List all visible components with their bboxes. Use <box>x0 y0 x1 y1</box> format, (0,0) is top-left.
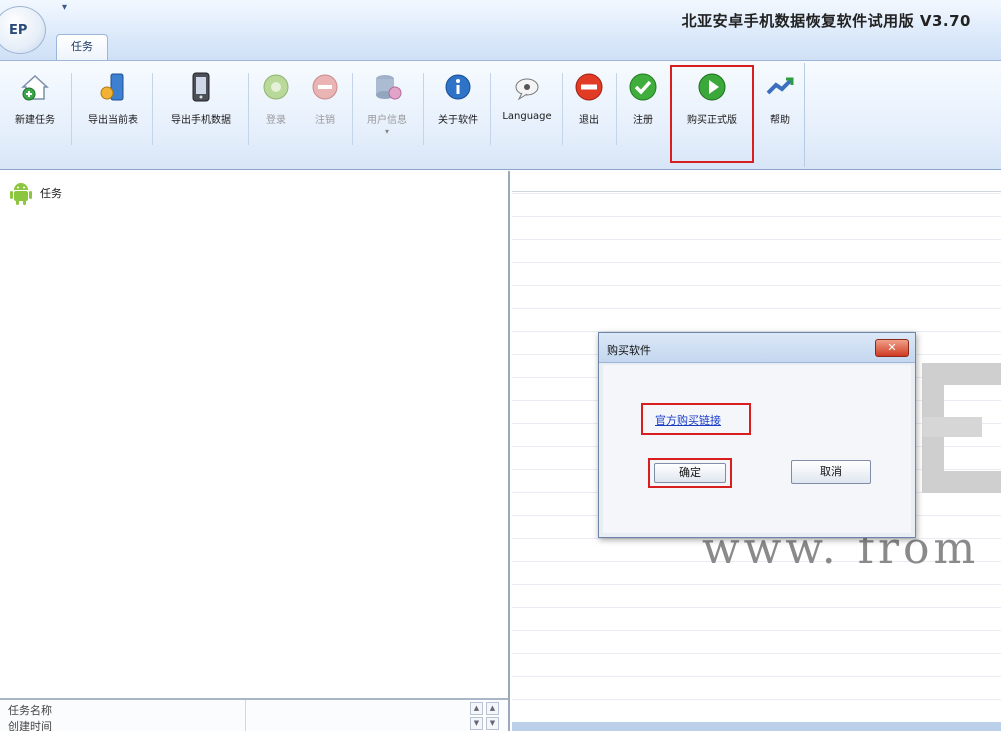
about-icon <box>442 71 474 103</box>
export-phone-data-label: 导出手机数据 <box>171 115 231 126</box>
tree-item-task[interactable]: 任务 <box>10 181 62 205</box>
export-table-button[interactable]: 导出当前表 <box>76 69 150 149</box>
register-icon <box>627 71 659 103</box>
ok-button[interactable]: 确定 <box>654 463 726 483</box>
title-bar: EP ▾ 任务 北亚安卓手机数据恢复软件试用版 V3.70 <box>0 0 1001 60</box>
login-label: 登录 <box>266 115 286 126</box>
ribbon-separator <box>490 73 491 145</box>
language-label: Language <box>502 111 552 122</box>
quick-access-menu-icon[interactable]: ▾ <box>62 2 67 13</box>
close-icon[interactable]: ✕ <box>875 339 909 357</box>
ribbon-separator <box>71 73 72 145</box>
dialog-title-bar[interactable]: 购买软件 ✕ <box>599 333 915 363</box>
dialog-body: 官方购买链接 确定 取消 <box>603 365 911 533</box>
language-icon <box>511 71 543 103</box>
dialog-title: 购买软件 <box>607 344 651 357</box>
ok-button-highlight: 确定 <box>648 458 732 488</box>
about-button[interactable]: 关于软件 <box>428 69 488 149</box>
about-label: 关于软件 <box>438 115 478 126</box>
property-task-name: 任务名称 <box>8 704 52 717</box>
logout-button[interactable]: 注销 <box>302 69 348 149</box>
user-info-icon <box>371 71 403 103</box>
buy-button-highlight <box>670 65 754 163</box>
new-task-button[interactable]: 新建任务 <box>0 69 70 149</box>
cancel-button[interactable]: 取消 <box>791 460 871 484</box>
property-column-divider <box>245 700 246 731</box>
properties-scrollbar[interactable]: ▲ ▲ ▼ ▼ <box>470 702 504 731</box>
exit-icon <box>573 71 605 103</box>
login-icon <box>260 71 292 103</box>
scroll-up-icon[interactable]: ▲ <box>470 702 483 715</box>
property-created-time: 创建时间 <box>8 720 52 731</box>
language-button[interactable]: Language <box>494 69 560 149</box>
ribbon-separator <box>152 73 153 145</box>
app-logo-text: EP <box>9 23 28 38</box>
android-icon <box>10 183 32 205</box>
buy-software-dialog: 购买软件 ✕ 官方购买链接 确定 取消 <box>598 332 916 538</box>
ribbon-toolbar: 新建任务 导出当前表 导出手机数据 登录 注销 用户信息 ▾ 关于软件 Lang… <box>0 60 1001 170</box>
scroll-down-icon[interactable]: ▼ <box>486 717 499 730</box>
new-task-label: 新建任务 <box>15 115 55 126</box>
app-menu-orb[interactable]: EP <box>0 6 46 54</box>
scroll-up-icon[interactable]: ▲ <box>486 702 499 715</box>
export-phone-data-icon <box>185 71 217 103</box>
watermark-logo <box>922 363 1001 493</box>
user-info-dropdown-icon[interactable]: ▾ <box>385 127 389 136</box>
exit-label: 退出 <box>579 115 599 126</box>
task-tree-pane: 任务 任务名称 创建时间 ▲ ▲ ▼ ▼ <box>0 171 510 731</box>
ribbon-separator <box>352 73 353 145</box>
logout-icon <box>309 71 341 103</box>
ribbon-separator <box>616 73 617 145</box>
ribbon-separator <box>423 73 424 145</box>
login-button[interactable]: 登录 <box>252 69 300 149</box>
properties-panel: 任务名称 创建时间 ▲ ▲ ▼ ▼ <box>0 698 508 731</box>
user-info-button[interactable]: 用户信息 ▾ <box>356 69 418 149</box>
export-phone-data-button[interactable]: 导出手机数据 <box>156 69 246 149</box>
logout-label: 注销 <box>315 115 335 126</box>
help-button[interactable]: 帮助 <box>758 69 802 149</box>
window-title: 北亚安卓手机数据恢复软件试用版 V3.70 <box>681 12 971 30</box>
new-task-icon <box>19 71 51 103</box>
export-table-label: 导出当前表 <box>88 115 138 126</box>
scroll-down-icon[interactable]: ▼ <box>470 717 483 730</box>
user-info-label: 用户信息 <box>367 115 407 126</box>
ribbon-separator <box>562 73 563 145</box>
help-label: 帮助 <box>770 115 790 126</box>
help-icon <box>764 71 796 103</box>
register-label: 注册 <box>633 115 653 126</box>
tab-task[interactable]: 任务 <box>56 34 108 60</box>
ribbon-group: 新建任务 导出当前表 导出手机数据 登录 注销 用户信息 ▾ 关于软件 Lang… <box>0 63 805 167</box>
exit-button[interactable]: 退出 <box>566 69 612 149</box>
export-table-icon <box>97 71 129 103</box>
content-header-line <box>512 191 1001 192</box>
status-strip <box>512 722 1001 731</box>
register-button[interactable]: 注册 <box>620 69 666 149</box>
tree-item-label: 任务 <box>40 187 62 200</box>
buy-link-highlight: 官方购买链接 <box>641 403 751 435</box>
ribbon-separator <box>248 73 249 145</box>
official-buy-link[interactable]: 官方购买链接 <box>655 412 721 428</box>
